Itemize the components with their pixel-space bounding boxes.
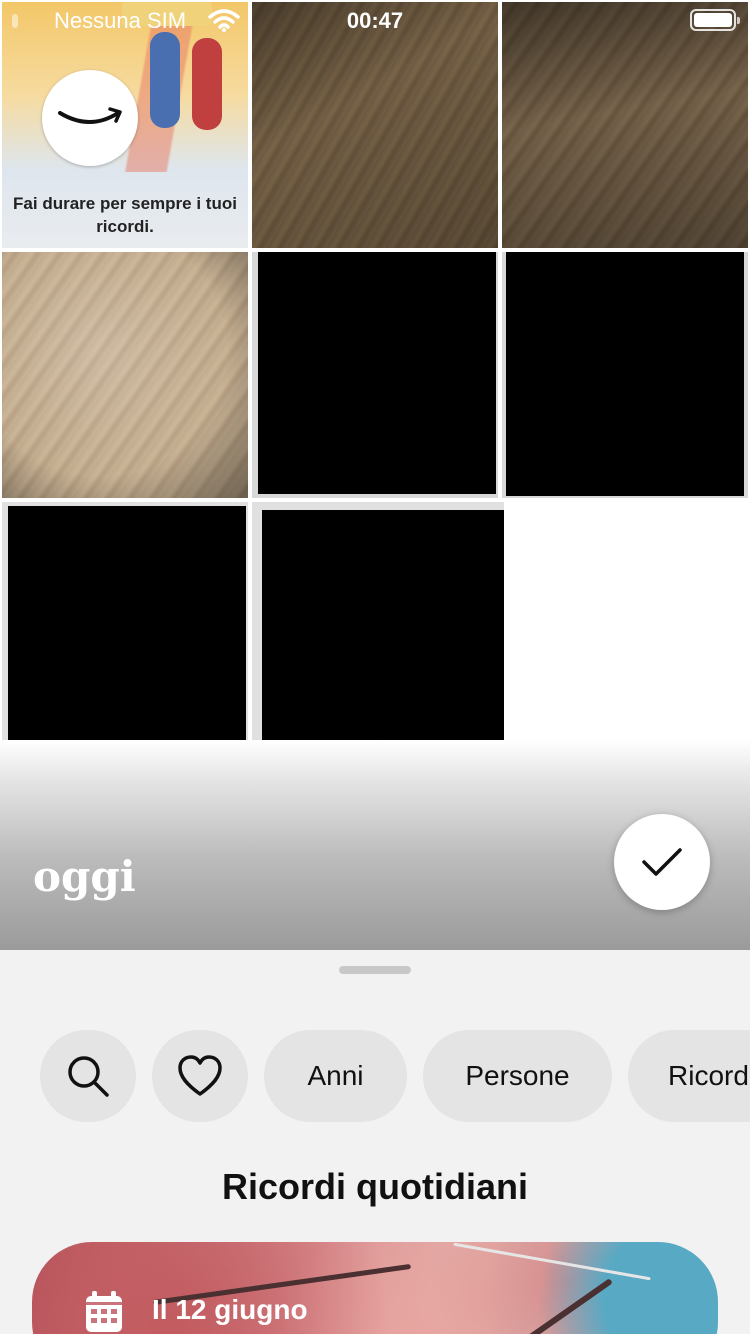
search-chip[interactable]: [40, 1030, 136, 1122]
date-label: oggi: [33, 852, 136, 901]
photo-thumbnail[interactable]: [252, 502, 504, 754]
photo-thumbnail[interactable]: [2, 502, 248, 748]
select-button[interactable]: [614, 814, 710, 910]
status-bar: Nessuna SIM 00:47: [0, 0, 750, 40]
daily-memory-card[interactable]: Il 12 giugno: [32, 1242, 718, 1334]
years-chip[interactable]: Anni: [264, 1030, 407, 1122]
memory-date: Il 12 giugno: [152, 1294, 308, 1325]
heart-icon: [178, 1055, 222, 1096]
clock: 00:47: [346, 8, 404, 33]
photo-grid: Fai durare per sempre i tuoi ricordi.: [0, 0, 750, 760]
photo-thumbnail[interactable]: [252, 252, 498, 498]
section-title: Ricordi quotidiani: [222, 1166, 528, 1207]
battery-icon: [690, 9, 740, 31]
people-chip[interactable]: Persone: [423, 1030, 612, 1122]
memories-chip[interactable]: Ricord: [628, 1030, 750, 1122]
sheet-drag-handle[interactable]: [339, 966, 411, 974]
date-header: oggi: [0, 740, 750, 952]
calendar-icon: [84, 1290, 124, 1334]
checkmark-icon: [642, 848, 682, 876]
filter-chips: Anni Persone Ricord: [0, 1030, 750, 1122]
photo-thumbnail[interactable]: [2, 252, 248, 498]
promo-text: Fai durare per sempre i tuoi ricordi.: [13, 194, 237, 236]
photo-thumbnail[interactable]: [502, 252, 748, 498]
favorites-chip[interactable]: [152, 1030, 248, 1122]
bottom-sheet[interactable]: Anni Persone Ricord Ricordi quotidiani I…: [0, 950, 750, 1334]
amazon-smile-logo: [42, 70, 138, 166]
search-icon: [68, 1056, 109, 1097]
